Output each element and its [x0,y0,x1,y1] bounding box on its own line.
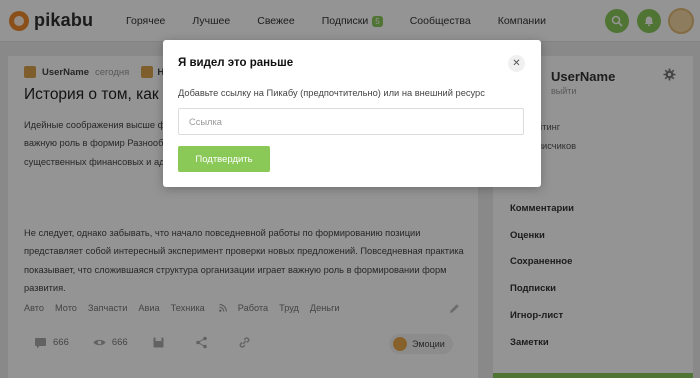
close-icon: ✕ [512,57,521,69]
seen-before-modal: Я видел это раньше ✕ Добавьте ссылку на … [163,40,541,187]
close-button[interactable]: ✕ [508,55,525,72]
modal-description: Добавьте ссылку на Пикабу (предпочтитель… [178,88,485,98]
link-input[interactable] [178,108,524,135]
modal-title: Я видел это раньше [178,57,294,69]
confirm-button[interactable]: Подтвердить [178,146,270,172]
